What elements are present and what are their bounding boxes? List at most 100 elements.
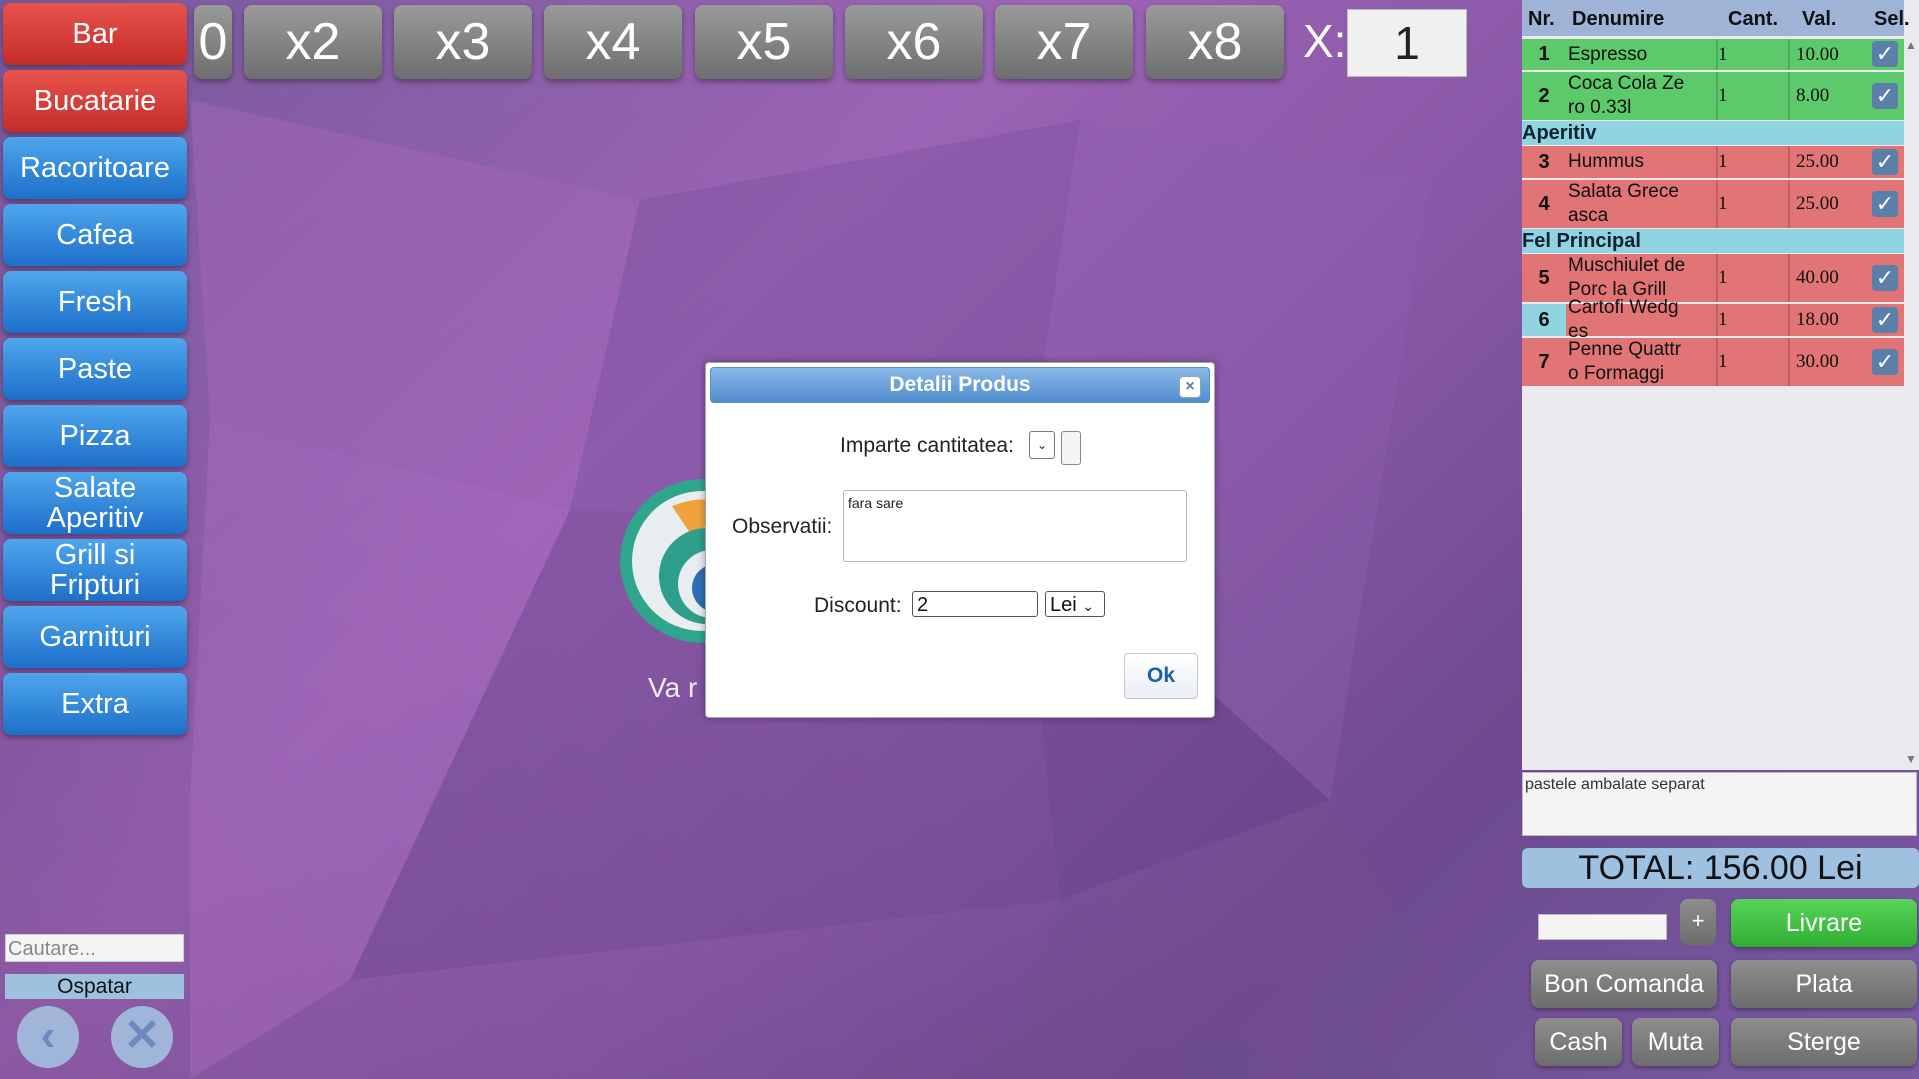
header-denumire: Denumire xyxy=(1572,8,1665,30)
close-icon[interactable]: ✕ xyxy=(111,1006,173,1068)
multiplier-button-x8[interactable]: x8 xyxy=(1146,5,1284,79)
row-number: 2 xyxy=(1538,84,1550,107)
row-select-checkbox[interactable]: ✓ xyxy=(1872,307,1898,333)
row-value: 40.00 xyxy=(1796,267,1839,288)
row-number: 7 xyxy=(1538,350,1550,373)
muta-button[interactable]: Muta xyxy=(1632,1018,1719,1066)
row-number: 5 xyxy=(1538,266,1550,289)
category-button-racoritoare[interactable]: Racoritoare xyxy=(3,137,187,199)
dialog-close-icon[interactable]: × xyxy=(1179,376,1201,398)
header-valoare: Val. xyxy=(1802,8,1837,30)
multiplier-button-x7[interactable]: x7 xyxy=(995,5,1133,79)
table-row[interactable]: 3 Hummus 1 25.00 ✓ xyxy=(1522,146,1904,178)
ok-button[interactable]: Ok xyxy=(1124,653,1198,699)
row-quantity: 1 xyxy=(1718,193,1728,214)
table-row[interactable]: 5 Muschiulet de Porc la Grill 1 40.00 ✓ xyxy=(1522,254,1904,302)
category-button-paste[interactable]: Paste xyxy=(3,338,187,400)
cash-button[interactable]: Cash xyxy=(1535,1018,1622,1066)
plata-button[interactable]: Plata xyxy=(1731,960,1917,1008)
discount-label: Discount: xyxy=(814,594,902,617)
row-select-checkbox[interactable]: ✓ xyxy=(1872,265,1898,291)
multiplier-input[interactable]: 1 xyxy=(1347,9,1467,77)
row-value: 18.00 xyxy=(1796,309,1839,330)
scroll-up-icon[interactable]: ▲ xyxy=(1905,38,1917,52)
category-button-garnituri[interactable]: Garnituri xyxy=(3,606,187,668)
row-name: Penne Quattro Formaggi xyxy=(1568,339,1682,384)
row-number: 3 xyxy=(1538,150,1550,173)
order-notes-field[interactable]: pastele ambalate separat xyxy=(1522,772,1917,836)
row-select-checkbox[interactable]: ✓ xyxy=(1872,83,1898,109)
row-number: 6 xyxy=(1522,304,1566,336)
category-button-cafea[interactable]: Cafea xyxy=(3,204,187,266)
row-value: 30.00 xyxy=(1796,351,1839,372)
quick-input[interactable] xyxy=(1538,914,1667,940)
header-cantitate: Cant. xyxy=(1728,8,1778,30)
category-button-grill-si-fripturi[interactable]: Grill si Fripturi xyxy=(3,539,187,601)
multiplier-button-0[interactable]: 0 xyxy=(194,5,232,79)
livrare-button[interactable]: Livrare xyxy=(1731,899,1917,947)
sterge-button[interactable]: Sterge xyxy=(1731,1018,1917,1066)
row-select-checkbox[interactable]: ✓ xyxy=(1872,191,1898,217)
header-nr: Nr. xyxy=(1528,8,1555,30)
scroll-down-icon[interactable]: ▼ xyxy=(1905,752,1917,766)
add-button[interactable]: + xyxy=(1680,899,1716,945)
category-button-fresh[interactable]: Fresh xyxy=(3,271,187,333)
row-value: 8.00 xyxy=(1796,85,1830,106)
category-button-pizza[interactable]: Pizza xyxy=(3,405,187,467)
product-details-dialog: Detalii Produs × Imparte cantitatea: ⌄ O… xyxy=(705,362,1215,718)
multiplier-button-x6[interactable]: x6 xyxy=(845,5,983,79)
discount-unit-select[interactable]: Lei ⌄ xyxy=(1045,591,1105,617)
row-quantity: 1 xyxy=(1718,351,1728,372)
search-input[interactable]: Cautare... xyxy=(5,934,184,962)
row-quantity: 1 xyxy=(1718,85,1728,106)
split-quantity-select[interactable]: ⌄ xyxy=(1029,431,1055,459)
dialog-title-bar: Detalii Produs × xyxy=(710,367,1210,403)
section-header-fel-principal: Fel Principal xyxy=(1522,229,1904,253)
row-quantity: 1 xyxy=(1718,43,1728,65)
row-quantity: 1 xyxy=(1718,151,1728,172)
row-name: Cartofi Wedges xyxy=(1568,297,1679,342)
observations-field[interactable]: fara sare xyxy=(843,490,1187,562)
waiter-button[interactable]: Ospatar xyxy=(5,974,184,999)
multiplier-button-x3[interactable]: x3 xyxy=(394,5,532,79)
observations-label: Observatii: xyxy=(732,515,833,538)
split-quantity-label: Imparte cantitatea: xyxy=(840,434,1014,457)
order-total: TOTAL: 156.00 Lei xyxy=(1522,848,1919,888)
category-button-bar[interactable]: Bar xyxy=(3,3,187,65)
bon-comanda-button[interactable]: Bon Comanda xyxy=(1531,960,1717,1008)
row-name: Espresso xyxy=(1568,43,1648,65)
row-number: 1 xyxy=(1538,43,1550,65)
row-select-checkbox[interactable]: ✓ xyxy=(1872,149,1898,175)
dialog-title: Detalii Produs xyxy=(889,373,1031,396)
row-name: Muschiulet de Porc la Grill xyxy=(1568,255,1686,300)
order-table-header: Nr. Denumire Cant. Val. Sel. xyxy=(1522,0,1910,36)
category-button-salate-aperitiv[interactable]: Salate Aperitiv xyxy=(3,472,187,534)
table-row[interactable]: 7 Penne Quattro Formaggi 1 30.00 ✓ xyxy=(1522,338,1904,386)
multiplier-button-x4[interactable]: x4 xyxy=(544,5,682,79)
table-row[interactable]: 1 Espresso 1 10.00 ✓ xyxy=(1522,39,1904,70)
category-button-extra[interactable]: Extra xyxy=(3,673,187,735)
row-number: 4 xyxy=(1538,192,1550,215)
row-quantity: 1 xyxy=(1718,309,1728,330)
table-row[interactable]: 4 Salata Greceasca 1 25.00 ✓ xyxy=(1522,180,1904,228)
category-button-bucatarie[interactable]: Bucatarie xyxy=(3,70,187,132)
split-quantity-field[interactable] xyxy=(1061,431,1081,465)
row-value: 25.00 xyxy=(1796,193,1839,214)
row-name: Coca Cola Zero 0.33l xyxy=(1568,73,1685,118)
row-name: Salata Greceasca xyxy=(1568,181,1679,226)
multiplier-label: X: xyxy=(1303,15,1347,67)
multiplier-button-x5[interactable]: x5 xyxy=(695,5,833,79)
table-row-selected[interactable]: 6 Cartofi Wedges 1 18.00 ✓ xyxy=(1522,297,1904,342)
header-selectie: Sel. xyxy=(1874,8,1910,30)
welcome-text: Va r xyxy=(648,672,698,703)
section-header-aperitiv: Aperitiv xyxy=(1522,121,1904,145)
multiplier-button-x2[interactable]: x2 xyxy=(244,5,382,79)
table-row[interactable]: 2 Coca Cola Zero 0.33l 1 8.00 ✓ xyxy=(1522,72,1904,120)
order-panel: Nr. Denumire Cant. Val. Sel. 1 Espresso … xyxy=(1522,0,1919,770)
discount-input[interactable]: 2 xyxy=(912,591,1038,617)
row-select-checkbox[interactable]: ✓ xyxy=(1872,41,1898,67)
row-select-checkbox[interactable]: ✓ xyxy=(1872,349,1898,375)
row-name: Hummus xyxy=(1568,151,1645,172)
row-quantity: 1 xyxy=(1718,267,1728,288)
back-icon[interactable]: ‹ xyxy=(17,1006,79,1068)
